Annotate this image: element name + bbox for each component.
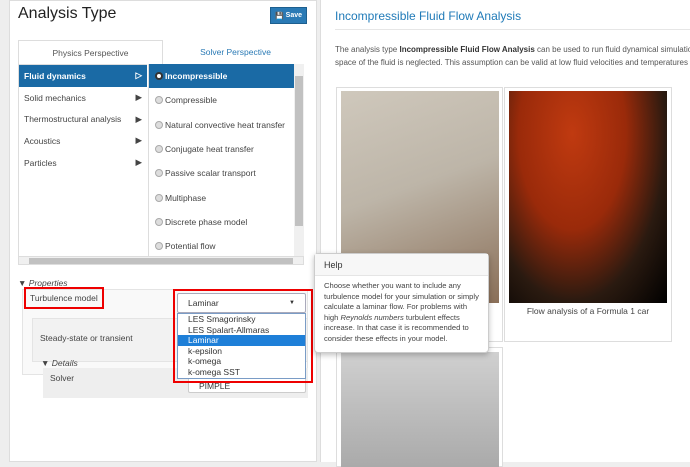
type-option[interactable]: Conjugate heat transfer: [149, 137, 294, 161]
type-option[interactable]: Potential flow: [149, 234, 294, 258]
dropdown-option[interactable]: Laminar: [178, 335, 305, 346]
help-title: Help: [315, 254, 488, 276]
radio-icon: [155, 242, 163, 251]
radio-icon: [155, 193, 163, 202]
solver-label: Solver: [50, 373, 75, 383]
steady-state-label: Steady-state or transient: [40, 333, 133, 343]
type-option[interactable]: Passive scalar transport: [149, 161, 294, 185]
category-fluid-dynamics[interactable]: Fluid dynamics ▷: [19, 65, 147, 87]
type-option[interactable]: Compressible: [149, 88, 294, 112]
category-list: Fluid dynamics ▷ Solid mechanics ▶ Thermos…: [18, 64, 147, 259]
caret-down-icon: ▼: [289, 300, 295, 306]
turbulence-dropdown: LES Smagorinsky LES Spalart-Allmaras Lam…: [177, 313, 306, 379]
chevron-right-icon: ▷: [135, 70, 142, 81]
type-option[interactable]: Discrete phase model: [149, 210, 294, 234]
dropdown-option[interactable]: k-omega: [178, 356, 305, 367]
dropdown-option[interactable]: k-omega SST: [178, 367, 305, 378]
category-particles[interactable]: Particles ▶: [19, 152, 147, 174]
analysis-description: The analysis type Incompressible Fluid F…: [335, 45, 690, 67]
radio-icon: [155, 145, 163, 154]
page-title: Analysis Type: [18, 5, 117, 22]
scrollbar-thumb[interactable]: [295, 76, 303, 226]
turbulence-model-label: Turbulence model: [24, 287, 104, 309]
chevron-right-icon: ▶: [135, 113, 142, 124]
tab-physics-perspective[interactable]: Physics Perspective: [18, 40, 163, 64]
radio-icon: [155, 120, 163, 129]
analysis-type-list: Incompressible Compressible Natural conv…: [148, 64, 294, 259]
category-thermostructural[interactable]: Thermostructural analysis ▶: [19, 108, 147, 130]
category-solid-mechanics[interactable]: Solid mechanics ▶: [19, 87, 147, 109]
formula1-flow-image: [509, 91, 667, 303]
flow-image: [341, 352, 499, 467]
help-text: Choose whether you want to include any t…: [324, 281, 479, 343]
radio-icon: [155, 72, 163, 81]
turbulence-model-select[interactable]: Laminar ▼: [177, 293, 306, 313]
radio-icon: [155, 217, 163, 226]
tab-solver-perspective[interactable]: Solver Perspective: [163, 40, 308, 64]
divider: [335, 29, 690, 30]
chevron-right-icon: ▶: [135, 157, 142, 168]
chevron-right-icon: ▶: [135, 135, 142, 146]
scrollbar-thumb[interactable]: [29, 258, 293, 264]
radio-icon: [155, 96, 163, 105]
details-header[interactable]: ▼ Details: [41, 358, 78, 368]
type-option[interactable]: Multiphase: [149, 185, 294, 209]
type-option[interactable]: Incompressible: [149, 64, 294, 89]
floppy-icon: 💾: [274, 12, 284, 20]
dropdown-option[interactable]: LES Smagorinsky: [178, 314, 305, 325]
chevron-right-icon: ▶: [135, 92, 142, 103]
radio-icon: [155, 169, 163, 178]
dropdown-option[interactable]: k-epsilon: [178, 346, 305, 357]
type-option[interactable]: Natural convective heat transfer: [149, 113, 294, 137]
image-caption: Flow analysis of a Formula 1 car: [526, 306, 650, 316]
analysis-title: Incompressible Fluid Flow Analysis: [335, 9, 522, 23]
save-button[interactable]: 💾 Save: [270, 7, 307, 24]
category-acoustics[interactable]: Acoustics ▶: [19, 130, 147, 152]
help-popover: Help Choose whether you want to include …: [314, 253, 489, 353]
dropdown-option[interactable]: LES Spalart-Allmaras: [178, 325, 305, 336]
